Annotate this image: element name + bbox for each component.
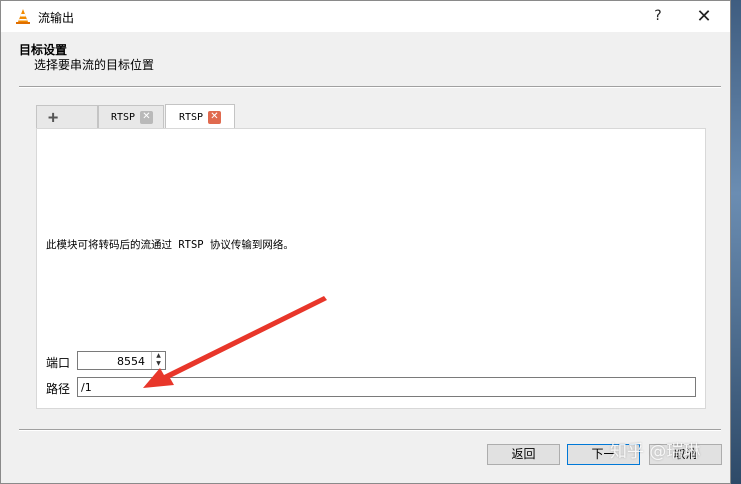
stream-output-dialog: 流输出 ? ✕ 目标设置 选择要串流的目标位置 + RTSP ✕ RTSP ✕ …: [0, 0, 731, 484]
tab-close-icon[interactable]: ✕: [208, 111, 221, 124]
header-divider: [19, 86, 721, 88]
path-input[interactable]: /1: [77, 377, 696, 397]
port-spin-buttons[interactable]: ▲ ▼: [151, 352, 165, 369]
help-button[interactable]: ?: [636, 1, 680, 32]
rtsp-settings-panel: 此模块可将转码后的流通过 RTSP 协议传输到网络。 端口 8554 ▲ ▼ 路…: [36, 128, 706, 409]
page-subtitle: 选择要串流的目标位置: [34, 58, 155, 72]
module-description: 此模块可将转码后的流通过 RTSP 协议传输到网络。: [46, 239, 294, 251]
watermark-text: 知乎 @瑞琳: [610, 442, 701, 462]
vlc-cone-icon: [16, 9, 30, 24]
port-label: 端口: [46, 356, 71, 370]
tab-add[interactable]: +: [36, 105, 98, 128]
plus-icon[interactable]: +: [48, 108, 58, 128]
spin-down-icon[interactable]: ▼: [152, 360, 165, 368]
port-spinbox[interactable]: 8554 ▲ ▼: [77, 351, 166, 370]
close-button[interactable]: ✕: [682, 1, 726, 32]
footer-divider: [19, 429, 721, 431]
path-value[interactable]: /1: [81, 381, 92, 394]
tab-rtsp-1[interactable]: RTSP ✕: [98, 105, 164, 128]
port-value[interactable]: 8554: [117, 355, 145, 368]
window-title: 流输出: [38, 11, 75, 25]
tab-close-icon[interactable]: ✕: [140, 111, 153, 124]
title-bar: 流输出 ? ✕: [1, 1, 730, 32]
wizard-header: 目标设置 选择要串流的目标位置: [1, 32, 730, 90]
tab-label: RTSP: [179, 112, 204, 123]
spin-up-icon[interactable]: ▲: [152, 352, 165, 360]
tab-label: RTSP: [111, 112, 136, 123]
path-label: 路径: [46, 382, 71, 396]
tab-rtsp-2[interactable]: RTSP ✕: [165, 104, 235, 128]
back-button[interactable]: 返回: [487, 444, 560, 465]
